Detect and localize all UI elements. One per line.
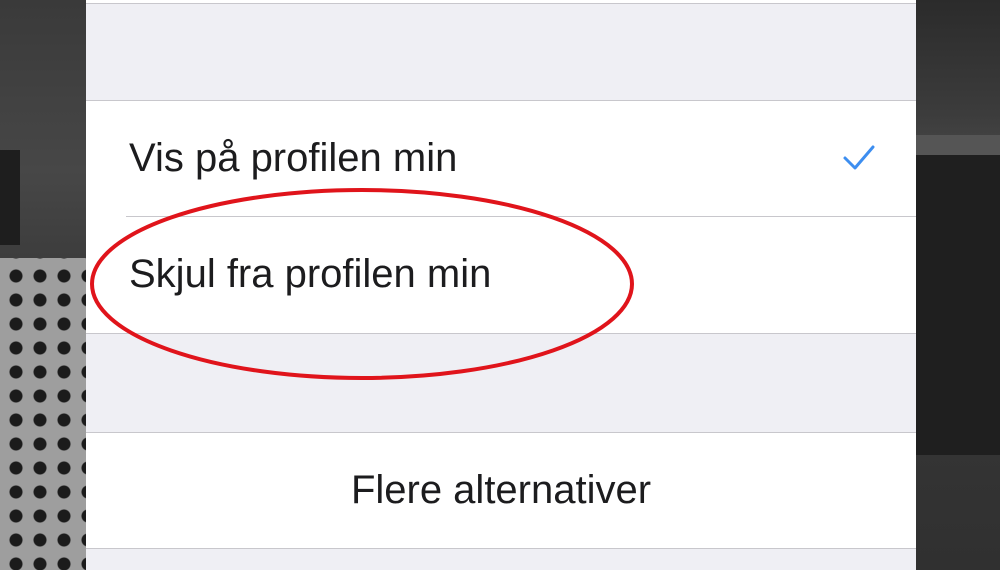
background-band [916,135,1000,155]
option-show-on-profile-label: Vis på profilen min [129,136,458,180]
more-options-group: Flere alternativer [86,432,916,549]
screen: Vis på profilen min Skjul fra profilen m… [0,0,1000,570]
background-photo-right [916,0,1000,570]
action-sheet-top-group [86,0,916,4]
option-hide-from-profile[interactable]: Skjul fra profilen min [86,217,916,332]
background-dotted-pillow [0,258,86,570]
more-options-button[interactable]: Flere alternativer [86,433,916,548]
more-options-label: Flere alternativer [350,468,652,512]
action-sheet: Vis på profilen min Skjul fra profilen m… [86,0,916,570]
option-show-on-profile[interactable]: Vis på profilen min [86,101,916,217]
background-frame [0,150,20,245]
option-hide-from-profile-label: Skjul fra profilen min [129,252,492,296]
background-photo-left [0,0,86,570]
background-sofa [916,155,1000,455]
profile-visibility-group: Vis på profilen min Skjul fra profilen m… [86,100,916,334]
checkmark-icon [843,145,875,170]
